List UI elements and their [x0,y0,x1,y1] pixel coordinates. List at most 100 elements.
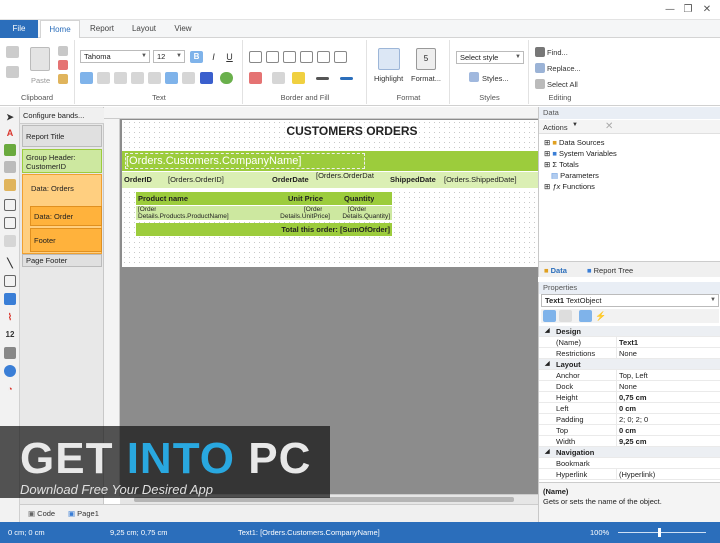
cell-product-line1[interactable]: [Order [138,206,156,213]
close-button[interactable]: ✕ [699,3,715,17]
property-category[interactable]: ◢ Navigation [539,447,720,458]
categorized-icon[interactable] [543,310,556,322]
tree-item-functions[interactable]: ⊞ ƒx Functions [544,182,595,191]
property-value[interactable]: 0,75 cm [616,392,706,403]
tree-item-data-sources[interactable]: ⊞ ■ Data Sources [544,138,604,147]
paste-button[interactable]: Paste [31,76,50,85]
object-selector[interactable]: Text1 TextObject ▼ [541,294,719,307]
band-icon[interactable] [4,161,16,173]
property-row[interactable]: Anchor Top, Left [539,370,720,381]
property-value[interactable]: 0 cm [616,403,706,414]
property-row[interactable]: (Name) Text1 [539,337,720,348]
select-all-button[interactable]: Select All [547,80,578,89]
company-name-field[interactable]: [Orders.Customers.CompanyName] [125,153,365,169]
collapse-icon[interactable]: ◢ [545,326,550,337]
border-bottom-icon[interactable] [283,51,296,63]
chart-icon[interactable] [4,293,16,305]
cell-price-line2[interactable]: Details.UnitPrice] [268,213,330,220]
shippeddate-field[interactable]: [Orders.ShippedDate] [444,175,517,184]
valign-middle-icon[interactable] [165,72,178,84]
property-row[interactable]: Bookmark [539,458,720,469]
band-group-header[interactable]: Group Header: CustomerID [22,149,102,173]
band-page-footer[interactable]: Page Footer [22,254,102,267]
tab-view[interactable]: View [166,20,200,38]
tree-item-system-variables[interactable]: ⊞ ■ System Variables [544,149,617,158]
find-button[interactable]: Find... [547,48,568,57]
paste-icon[interactable] [30,47,50,71]
report-title-text[interactable]: CUSTOMERS ORDERS [262,124,442,138]
property-value[interactable]: 9,25 cm [616,436,706,447]
format-painter-icon[interactable] [58,74,68,84]
cut-icon[interactable] [58,60,68,70]
fill-color-icon[interactable] [249,72,262,84]
shape-icon[interactable] [4,235,16,247]
font-size-combo[interactable]: 12 ▼ [153,50,185,63]
pointer-icon[interactable]: ➤ [4,111,16,123]
band-report-title[interactable]: Report Title [22,125,102,147]
redo-icon[interactable] [6,66,19,78]
property-value[interactable]: None [616,348,706,359]
undo-icon[interactable] [6,46,19,58]
richtext-icon[interactable] [4,347,16,359]
tab-code[interactable]: ▣ Code [28,509,55,518]
collapse-icon[interactable]: ◢ [545,447,550,458]
tab-page1[interactable]: ▣ Page1 [68,509,99,518]
property-value[interactable]: 0 cm [616,425,706,436]
italic-button[interactable]: I [207,51,220,63]
property-category[interactable]: ◢ Layout [539,359,720,370]
border-all-icon[interactable] [249,51,262,63]
format-icon[interactable]: 5 [416,48,436,70]
zipcode-icon[interactable]: 12 [4,329,16,341]
border-top-icon[interactable] [266,51,279,63]
property-value[interactable]: Text1 [616,337,706,348]
border-none-icon[interactable] [334,51,347,63]
collapse-icon[interactable]: ◢ [545,359,550,370]
subreport-icon[interactable] [4,179,16,191]
style-select[interactable]: Select style ▼ [456,51,524,64]
properties-icon[interactable] [579,310,592,322]
border-left-icon[interactable] [300,51,313,63]
border-right-icon[interactable] [317,51,330,63]
cell-qty-line1[interactable]: [Order [348,206,366,213]
orderdate-label[interactable]: OrderDate [272,175,309,184]
band-data-order[interactable]: Data: Order [30,206,102,226]
tab-data[interactable]: ■ Data [544,266,567,275]
band-footer[interactable]: Footer [30,228,102,252]
styles-button[interactable]: Styles... [482,74,509,83]
tab-report-tree[interactable]: ■ Report Tree [587,266,633,275]
bold-button[interactable]: B [190,51,203,63]
underline-button[interactable]: U [223,51,236,63]
matrix-icon[interactable] [4,217,16,229]
sparkline-icon[interactable]: ⌇ [4,311,16,323]
tree-item-parameters[interactable]: ▤ Parameters [551,171,599,180]
line-icon[interactable]: ╲ [4,257,16,269]
orderid-label[interactable]: OrderID [124,175,152,184]
line-width-icon[interactable] [316,77,329,80]
property-row[interactable]: Width 9,25 cm [539,436,720,447]
align-center-icon[interactable] [97,72,110,84]
configure-bands-button[interactable]: Configure bands... [20,108,104,124]
minimize-button[interactable]: — [662,3,678,17]
property-row[interactable]: Height 0,75 cm [539,392,720,403]
property-row[interactable]: Dock None [539,381,720,392]
font-color-icon[interactable] [200,72,213,84]
delete-icon[interactable]: ✕ [605,121,613,132]
replace-button[interactable]: Replace... [547,64,581,73]
align-right-icon[interactable] [114,72,127,84]
zoom-slider[interactable] [618,532,706,533]
align-left-icon[interactable] [80,72,93,84]
total-order-field[interactable]: Total this order: [SumOfOrder] [242,225,390,234]
highlight-button[interactable]: Highlight [374,74,403,83]
map-icon[interactable] [4,365,16,377]
orderid-field[interactable]: [Orders.OrderID] [168,175,224,184]
alphabetical-icon[interactable] [559,310,572,322]
actions-menu[interactable]: Actions [543,123,568,132]
property-row[interactable]: Restrictions None [539,348,720,359]
cell-qty-line2[interactable]: Details.Quantity] [332,213,390,220]
zoom-slider-thumb[interactable] [658,528,661,537]
text-object-icon[interactable]: A [4,127,16,139]
line-color-icon[interactable] [292,72,305,84]
property-row[interactable]: Padding 2; 0; 2; 0 [539,414,720,425]
highlight-icon[interactable] [220,72,233,84]
checkbox-icon[interactable] [4,275,16,287]
